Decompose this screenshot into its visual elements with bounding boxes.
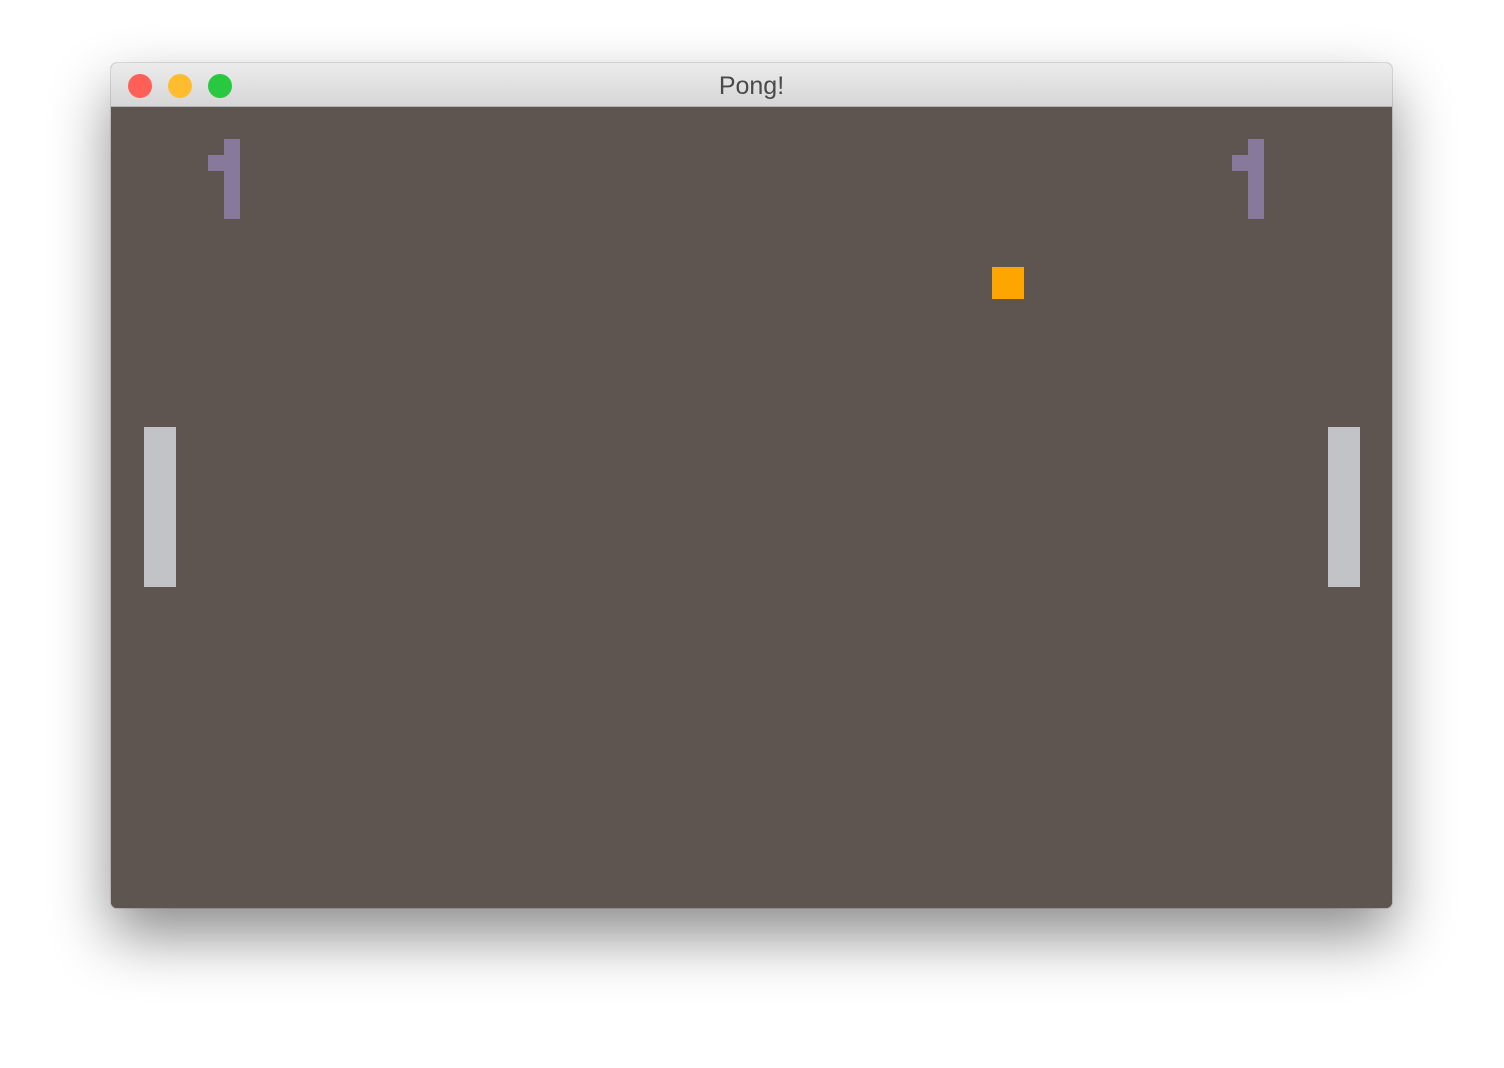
ball bbox=[992, 267, 1024, 299]
game-window: Pong! 1 1 bbox=[111, 63, 1392, 908]
left-score-value: 1 bbox=[208, 139, 209, 140]
left-paddle bbox=[144, 427, 176, 587]
left-score: 1 bbox=[208, 139, 240, 219]
right-score-digit-stem bbox=[1248, 139, 1264, 219]
playfield: 1 1 bbox=[111, 107, 1392, 908]
left-score-digit-flag bbox=[208, 155, 224, 171]
title-bar[interactable]: Pong! bbox=[111, 63, 1392, 107]
right-score-value: 1 bbox=[1232, 139, 1233, 140]
window-title: Pong! bbox=[718, 72, 785, 100]
right-score-digit-flag bbox=[1232, 155, 1248, 171]
right-paddle bbox=[1328, 427, 1360, 587]
left-score-digit-stem bbox=[224, 139, 240, 219]
right-score: 1 bbox=[1232, 139, 1264, 219]
